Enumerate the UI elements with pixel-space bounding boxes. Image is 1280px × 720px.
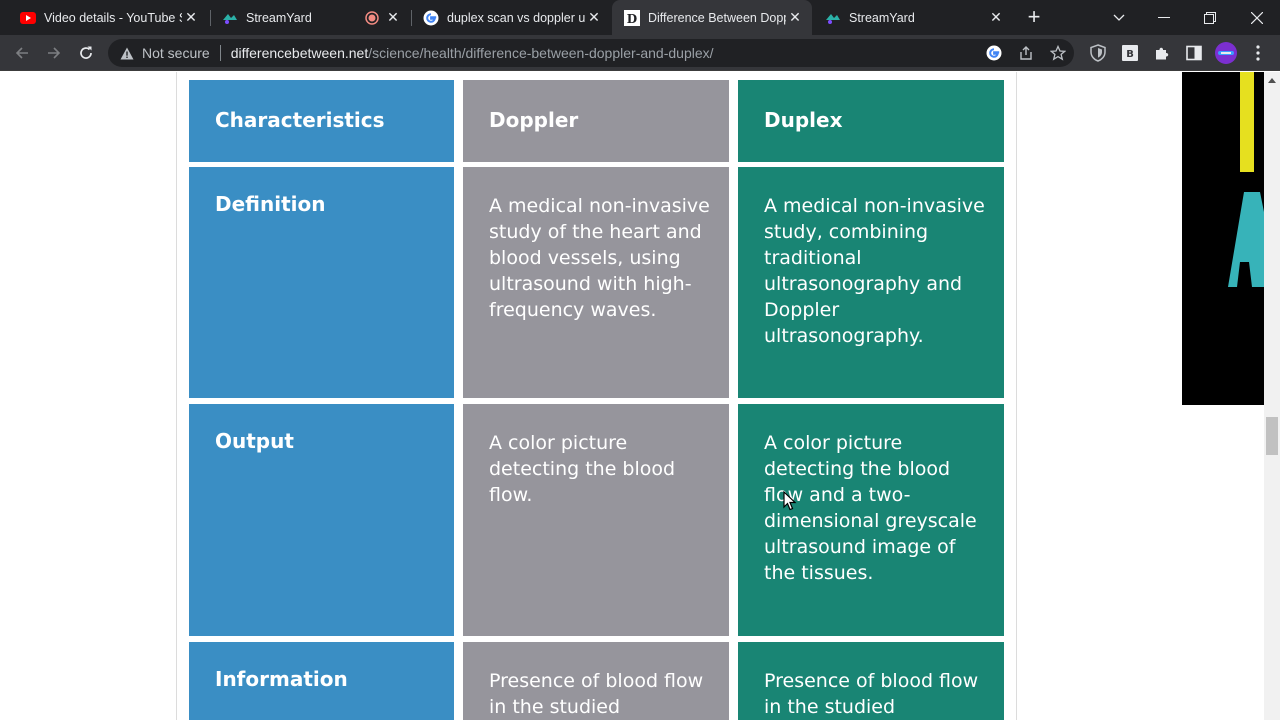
- close-tab-icon[interactable]: ✕: [987, 9, 1005, 27]
- tab-youtube-studio[interactable]: Video details - YouTube Studio ✕: [8, 0, 208, 35]
- recording-icon: [364, 10, 380, 26]
- close-tab-icon[interactable]: ✕: [384, 9, 402, 27]
- back-icon[interactable]: [8, 39, 36, 67]
- row-label-text: Information: [215, 667, 348, 691]
- svg-text:D: D: [627, 12, 637, 26]
- streamyard-icon: [222, 10, 238, 26]
- close-tab-icon[interactable]: ✕: [182, 9, 200, 27]
- cell-text: Presence of blood flow in the studied: [489, 670, 704, 718]
- row-label-definition: Definition: [189, 167, 454, 398]
- google-lens-icon[interactable]: [978, 39, 1010, 67]
- tab-title: duplex scan vs doppler ultrasound: [447, 10, 585, 25]
- url-path[interactable]: /science/health/difference-between-doppl…: [368, 45, 713, 61]
- cell-doppler-definition: A medical non-invasive study of the hear…: [463, 167, 729, 398]
- header-characteristics: Characteristics: [189, 80, 454, 162]
- page-scrollbar[interactable]: [1264, 72, 1280, 720]
- row-label-text: Definition: [215, 192, 326, 216]
- svg-text:B: B: [1126, 49, 1134, 60]
- reload-icon[interactable]: [72, 39, 100, 67]
- cell-doppler-information: Presence of blood flow in the studied: [463, 642, 729, 720]
- tab-title: Difference Between Doppler and Duplex: [648, 10, 786, 25]
- address-bar-actions: [978, 39, 1074, 67]
- cell-duplex-output: A color picture detecting the blood flow…: [738, 404, 1004, 636]
- extension-b-icon[interactable]: B: [1116, 39, 1144, 67]
- cell-duplex-definition: A medical non-invasive study, combining …: [738, 167, 1004, 398]
- new-tab-button[interactable]: +: [1022, 6, 1046, 30]
- header-text: Doppler: [489, 108, 579, 132]
- close-tab-icon[interactable]: ✕: [786, 9, 804, 27]
- browser-toolbar: Not secure differencebetween.net /scienc…: [0, 35, 1280, 71]
- tab-title: StreamYard: [849, 10, 915, 25]
- profile-avatar[interactable]: [1212, 39, 1240, 67]
- address-divider: [219, 45, 221, 61]
- share-icon[interactable]: [1010, 39, 1042, 67]
- cell-doppler-output: A color picture detecting the blood flow…: [463, 404, 729, 636]
- google-icon: [423, 10, 439, 26]
- tab-difference-between[interactable]: D Difference Between Doppler and Duplex …: [612, 0, 812, 35]
- forward-icon[interactable]: [40, 39, 68, 67]
- side-panel-icon[interactable]: [1180, 39, 1208, 67]
- row-label-output: Output: [189, 404, 454, 636]
- header-text: Duplex: [764, 108, 843, 132]
- tab-streamyard-2[interactable]: StreamYard ✕: [813, 0, 1013, 35]
- extensions-puzzle-icon[interactable]: [1148, 39, 1176, 67]
- page-viewport: Characteristics Doppler Duplex Definitio…: [0, 72, 1280, 720]
- header-duplex: Duplex: [738, 80, 1004, 162]
- warning-icon[interactable]: [120, 46, 134, 60]
- url-host[interactable]: differencebetween.net: [231, 45, 369, 61]
- tab-title: Video details - YouTube Studio: [44, 10, 182, 25]
- shield-icon[interactable]: [1084, 39, 1112, 67]
- row-label-information: Information: [189, 642, 454, 720]
- cell-text: A color picture detecting the blood flow…: [764, 432, 977, 584]
- tab-google-search[interactable]: duplex scan vs doppler ultrasound ✕: [411, 0, 611, 35]
- tab-streamyard[interactable]: StreamYard ✕: [210, 0, 410, 35]
- tab-title: StreamYard: [246, 10, 312, 25]
- cell-text: A color picture detecting the blood flow…: [489, 432, 676, 506]
- cell-text: Presence of blood flow in the studied: [764, 670, 979, 718]
- menu-kebab-icon[interactable]: [1244, 39, 1272, 67]
- restore-icon[interactable]: [1187, 0, 1233, 35]
- security-label[interactable]: Not secure: [142, 45, 210, 61]
- sidebar-ad-image[interactable]: [1182, 72, 1264, 405]
- row-label-text: Output: [215, 429, 294, 453]
- scroll-up-arrow-icon[interactable]: [1264, 72, 1280, 88]
- youtube-icon: [20, 10, 36, 26]
- address-bar[interactable]: Not secure differencebetween.net /scienc…: [108, 39, 1074, 67]
- cell-text: A medical non-invasive study of the hear…: [489, 195, 710, 321]
- minimize-icon[interactable]: [1141, 0, 1187, 35]
- header-doppler: Doppler: [463, 80, 729, 162]
- streamyard-icon: [825, 10, 841, 26]
- bookmark-star-icon[interactable]: [1042, 39, 1074, 67]
- differencebetween-icon: D: [624, 9, 640, 26]
- header-text: Characteristics: [215, 108, 385, 132]
- tab-strip: Video details - YouTube Studio ✕ StreamY…: [0, 0, 1280, 35]
- scrollbar-thumb[interactable]: [1266, 417, 1278, 455]
- mouse-cursor-icon: [783, 490, 797, 511]
- close-tab-icon[interactable]: ✕: [585, 9, 603, 27]
- cell-duplex-information: Presence of blood flow in the studied: [738, 642, 1004, 720]
- tab-search-icon[interactable]: [1096, 0, 1142, 35]
- close-window-icon[interactable]: [1234, 0, 1280, 35]
- cell-text: A medical non-invasive study, combining …: [764, 195, 985, 347]
